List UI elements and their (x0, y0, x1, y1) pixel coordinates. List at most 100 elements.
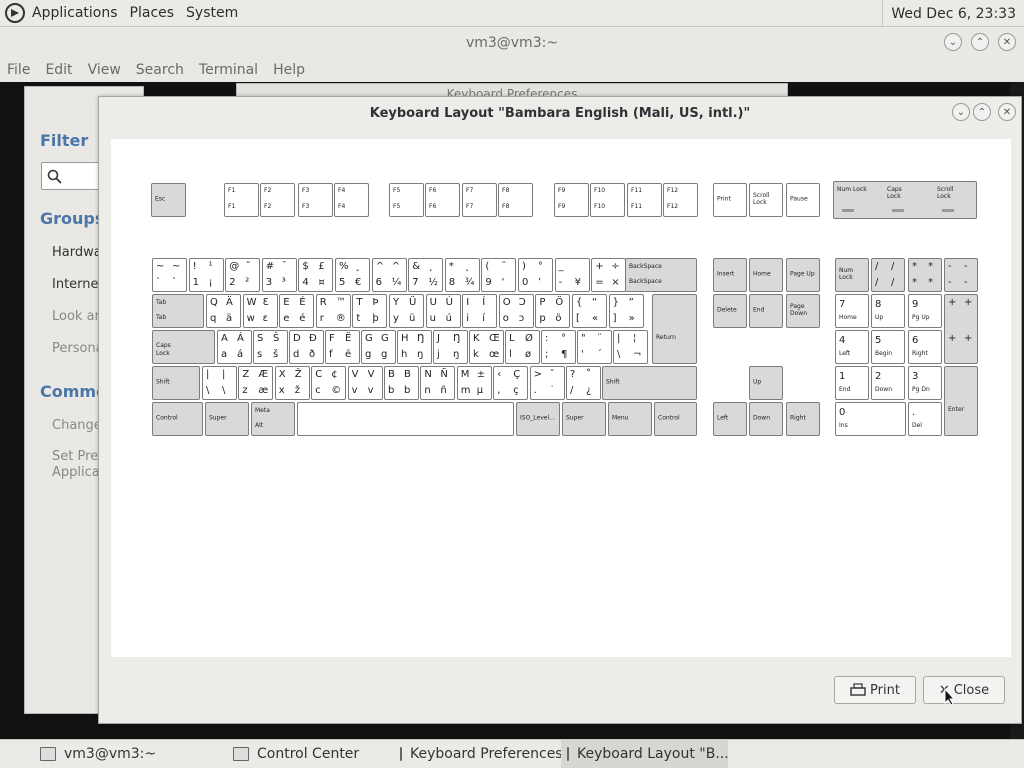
key-legend: ^ (391, 261, 400, 272)
key-row3-1: SŠsš (253, 330, 288, 364)
key-legend: Left (717, 414, 729, 422)
key-legend: ± (476, 369, 486, 380)
gnome-foot-icon[interactable] (4, 2, 26, 24)
close-label: Close (953, 682, 990, 698)
task-terminal-label: vm3@vm3:~ (64, 746, 157, 762)
key-legend: 4 (839, 335, 846, 346)
places-menu[interactable]: Places (130, 5, 175, 21)
key-legend: Begin (875, 350, 893, 357)
key-legend: F3 (302, 203, 310, 210)
close-icon[interactable]: ✕ (998, 33, 1016, 51)
key-row2-10: {“ [« (572, 294, 607, 328)
group-item-personal[interactable]: Persona (52, 341, 104, 356)
key-legend: c (315, 385, 321, 396)
key-legend: \ (617, 349, 621, 360)
key-legend: - (948, 261, 952, 272)
key-legend: ˛ (428, 261, 434, 272)
key-control-right: Control (654, 402, 697, 436)
key-legend: ŋ (417, 349, 424, 360)
key-legend: ½ (428, 277, 438, 288)
key-legend: y (393, 313, 399, 324)
minimize-icon[interactable]: ⌄ (952, 103, 970, 121)
bottom-panel: vm3@vm3:~ Control Center Keyboard Prefer… (0, 739, 1024, 768)
key-legend: Alt (255, 422, 264, 429)
key-legend: F1 (228, 187, 236, 194)
key-legend: r (319, 313, 324, 324)
menu-file[interactable]: File (7, 62, 30, 78)
group-item-internet[interactable]: Internet (52, 277, 104, 292)
key-legend: m (460, 385, 471, 396)
close-button[interactable]: ✕ Close (923, 676, 1005, 704)
key-legend: » (628, 313, 635, 324)
key-legend: 8 (448, 277, 456, 288)
key-row4-3: C ¢ c © (311, 366, 347, 400)
key-legend: 8 (875, 299, 882, 310)
group-item-hardware[interactable]: Hardwa (52, 245, 102, 260)
key-legend: Í (482, 297, 486, 308)
task-keyboard-preferences[interactable]: Keyboard Preferences (394, 740, 563, 768)
key-row1-11: _ - ¥ (554, 258, 590, 292)
common-item-change[interactable]: Change (52, 418, 102, 433)
key-legend: ð (309, 349, 316, 360)
key-kp-6: 6 Right (908, 330, 942, 364)
minimize-icon[interactable]: ⌄ (944, 33, 962, 51)
key-legend: þ (372, 313, 379, 324)
applications-menu[interactable]: Applications (32, 5, 118, 21)
key-legend: F7 (466, 187, 474, 194)
key-pgup: Page Up (786, 258, 820, 292)
key-legend: 6 (375, 277, 382, 288)
key-legend: 7 (839, 299, 846, 310)
key-legend: € (355, 277, 362, 288)
task-keyboard-layout[interactable]: Keyboard Layout "B... (561, 739, 729, 768)
key-legend: ö (555, 313, 562, 324)
clock[interactable]: Wed Dec 6, 23:33 (882, 0, 1024, 27)
common-item-set-pref[interactable]: Set Pref (52, 449, 103, 464)
key-legend: Ŋ (453, 333, 461, 344)
key-legend: > (533, 369, 542, 380)
print-button[interactable]: Print (834, 676, 916, 704)
close-icon[interactable]: ✕ (998, 103, 1016, 121)
system-menu[interactable]: System (186, 5, 238, 21)
key-legend: | (222, 369, 226, 380)
maximize-icon[interactable]: ⌃ (973, 103, 991, 121)
menu-view[interactable]: View (88, 62, 121, 78)
key-row1-3: # ¯ 3 ³ (261, 258, 297, 292)
key-legend: ü (409, 313, 416, 324)
menu-edit[interactable]: Edit (45, 62, 72, 78)
key-legend: = (595, 277, 604, 288)
key-legend: a (221, 349, 228, 360)
maximize-icon[interactable]: ⌃ (971, 33, 989, 51)
common-item-applications[interactable]: Applicat (52, 465, 105, 480)
key-legend: F7 (466, 203, 474, 210)
key-legend: e (283, 313, 290, 324)
menu-search[interactable]: Search (136, 62, 184, 78)
key-legend: * (448, 261, 454, 272)
key-legend: U (429, 297, 437, 308)
group-item-look[interactable]: Look an (52, 309, 103, 324)
key-legend: 9 (912, 299, 919, 310)
task-control-center[interactable]: Control Center (227, 740, 394, 768)
key-legend: ” (628, 297, 634, 308)
key-legend: Right (790, 414, 806, 422)
key-legend: 4 (302, 277, 309, 288)
key-legend: ɔ (518, 313, 525, 324)
key-legend: Pause (790, 195, 808, 203)
key-caps: Caps Lock (152, 330, 215, 364)
key-legend: Ä (226, 297, 233, 308)
key-legend: Insert (717, 270, 735, 278)
key-row1-9: (˘ 9 ‘ (481, 258, 517, 292)
menu-terminal[interactable]: Terminal (199, 62, 258, 78)
key-row2-6: UÚuú (425, 294, 461, 328)
dialog-titlebar[interactable]: Keyboard Layout "Bambara English (Mali, … (99, 97, 1021, 129)
menu-help[interactable]: Help (273, 62, 305, 78)
key-legend: £ (318, 261, 325, 272)
key-row4-2: XŽxž (274, 366, 310, 400)
task-terminal[interactable]: vm3@vm3:~ (34, 740, 227, 768)
key-row3-7: KŒkœ (469, 330, 504, 364)
key-legend: + (595, 261, 604, 272)
key-f6: F6 F6 (425, 183, 460, 217)
key-legend: Ø (525, 333, 533, 344)
key-row1-10: ) ° 0 ’ (518, 258, 553, 292)
key-legend: h (401, 349, 408, 360)
key-legend: F4 (338, 203, 346, 210)
